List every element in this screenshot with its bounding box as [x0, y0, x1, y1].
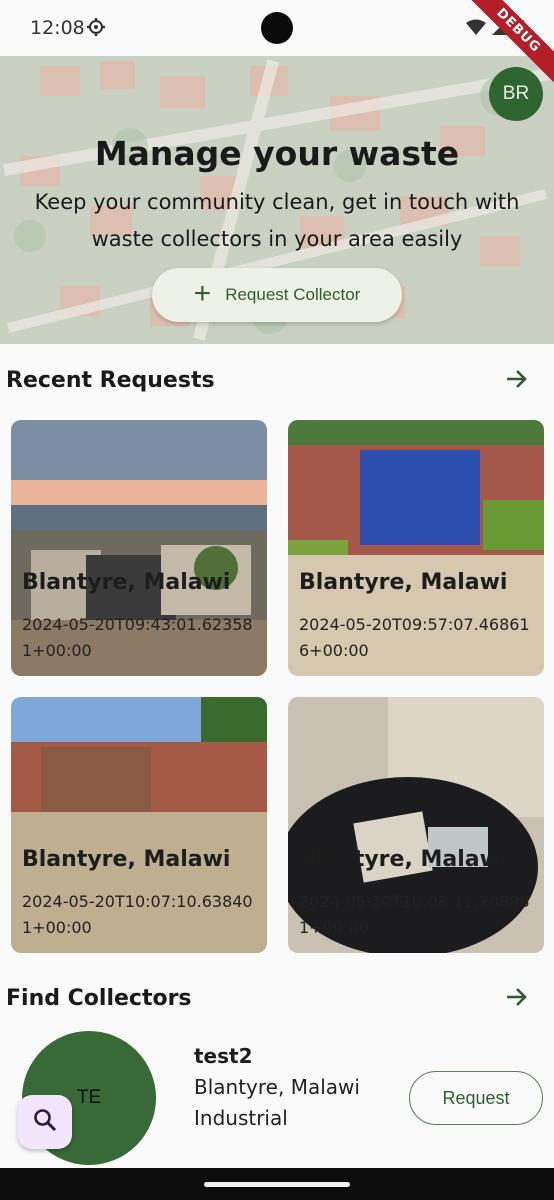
collector-name: test2: [194, 1044, 253, 1068]
request-card[interactable]: Blantyre, Malawi 2024-05-20T10:07:10.638…: [11, 697, 267, 953]
find-collectors-header: Find Collectors: [0, 980, 554, 1020]
request-location: Blantyre, Malawi: [299, 847, 508, 872]
request-button[interactable]: Request: [409, 1071, 543, 1125]
request-date: 2024-05-20T10:08:11.208981+00:00: [299, 892, 530, 937]
status-time: 12:08: [30, 17, 85, 39]
add-icon: +: [193, 276, 212, 310]
recent-requests-title: Recent Requests: [6, 368, 215, 393]
hero-subtitle: Keep your community clean, get in touch …: [34, 190, 520, 251]
camera-cutout: [261, 12, 293, 44]
arrow-forward-icon[interactable]: [504, 366, 530, 397]
request-location: Blantyre, Malawi: [299, 570, 508, 595]
collector-type: Industrial: [194, 1106, 288, 1130]
arrow-forward-icon[interactable]: [504, 984, 530, 1015]
wifi-icon: [466, 19, 486, 40]
request-date: 2024-05-20T09:57:07.468616+00:00: [299, 615, 530, 660]
request-date: 2024-05-20T09:43:01.623581+00:00: [22, 615, 253, 660]
system-nav-bar: [0, 1168, 554, 1200]
find-collectors-title: Find Collectors: [6, 986, 192, 1011]
user-avatar[interactable]: BR: [489, 67, 543, 121]
request-location: Blantyre, Malawi: [22, 570, 231, 595]
recent-requests-header: Recent Requests: [0, 362, 554, 402]
settings-icon: [86, 17, 106, 42]
request-card[interactable]: Blantyre, Malawi 2024-05-20T09:43:01.623…: [11, 420, 267, 676]
search-icon: [32, 1107, 58, 1138]
request-collector-label: Request Collector: [225, 285, 361, 304]
request-location: Blantyre, Malawi: [22, 847, 231, 872]
request-date: 2024-05-20T10:07:10.638401+00:00: [22, 892, 253, 937]
hero-banner: BR Manage your waste Keep your community…: [0, 56, 554, 344]
request-card[interactable]: Blantyre, Malawi 2024-05-20T10:08:11.208…: [288, 697, 544, 953]
request-card[interactable]: Blantyre, Malawi 2024-05-20T09:57:07.468…: [288, 420, 544, 676]
request-collector-button[interactable]: + Request Collector: [152, 268, 402, 322]
collector-location: Blantyre, Malawi: [194, 1075, 360, 1099]
search-button[interactable]: [18, 1095, 72, 1149]
home-indicator[interactable]: [204, 1182, 350, 1187]
hero-title: Manage your waste: [94, 134, 460, 173]
status-bar: 12:08 DEBUG: [0, 0, 554, 89]
